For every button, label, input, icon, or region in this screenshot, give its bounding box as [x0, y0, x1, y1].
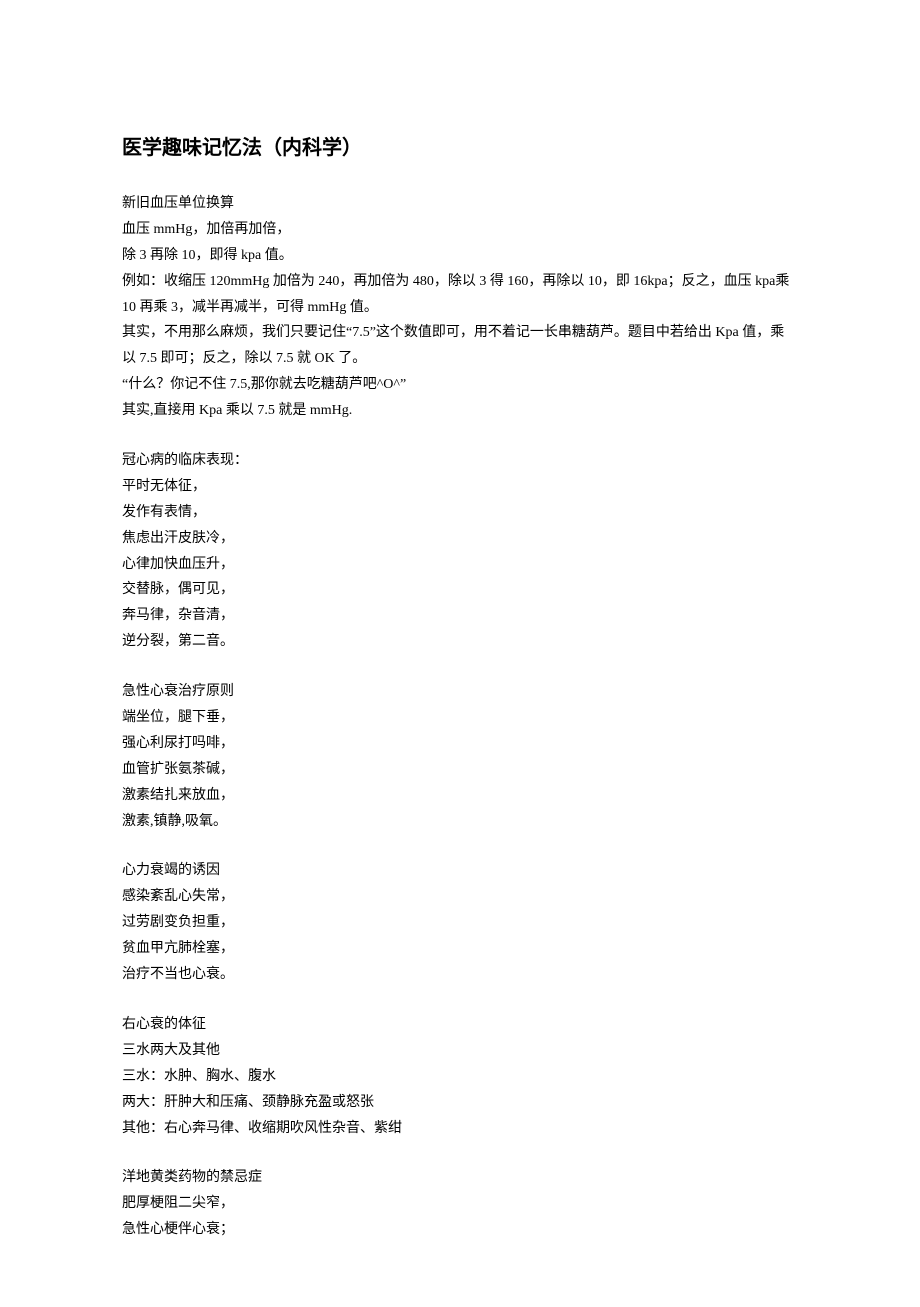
text-line: 血压 mmHg，加倍再加倍， — [122, 217, 798, 243]
text-line: 三水：水肿、胸水、腹水 — [122, 1064, 798, 1090]
text-line: 治疗不当也心衰。 — [122, 962, 798, 988]
section: 新旧血压单位换算血压 mmHg，加倍再加倍，除 3 再除 10，即得 kpa 值… — [122, 191, 798, 424]
text-line: 感染紊乱心失常， — [122, 884, 798, 910]
text-line: 三水两大及其他 — [122, 1038, 798, 1064]
text-line: 右心衰的体征 — [122, 1012, 798, 1038]
text-line: 平时无体征， — [122, 474, 798, 500]
section: 急性心衰治疗原则端坐位，腿下垂，强心利尿打吗啡，血管扩张氨茶碱，激素结扎来放血，… — [122, 679, 798, 834]
text-line: 其实,直接用 Kpa 乘以 7.5 就是 mmHg. — [122, 398, 798, 424]
text-line: 新旧血压单位换算 — [122, 191, 798, 217]
section: 右心衰的体征三水两大及其他三水：水肿、胸水、腹水两大：肝肿大和压痛、颈静脉充盈或… — [122, 1012, 798, 1141]
content-body: 新旧血压单位换算血压 mmHg，加倍再加倍，除 3 再除 10，即得 kpa 值… — [122, 191, 798, 1243]
text-line: 肥厚梗阻二尖窄， — [122, 1191, 798, 1217]
section: 心力衰竭的诱因感染紊乱心失常，过劳剧变负担重，贫血甲亢肺栓塞，治疗不当也心衰。 — [122, 858, 798, 987]
text-line: 发作有表情， — [122, 500, 798, 526]
text-line: 两大：肝肿大和压痛、颈静脉充盈或怒张 — [122, 1090, 798, 1116]
text-line: 其实，不用那么麻烦，我们只要记住“7.5”这个数值即可，用不着记一长串糖葫芦。题… — [122, 320, 798, 372]
text-line: 除 3 再除 10，即得 kpa 值。 — [122, 243, 798, 269]
page-title: 医学趣味记忆法（内科学） — [122, 130, 798, 167]
text-line: 焦虑出汗皮肤冷， — [122, 526, 798, 552]
text-line: 冠心病的临床表现： — [122, 448, 798, 474]
text-line: 贫血甲亢肺栓塞， — [122, 936, 798, 962]
text-line: 交替脉，偶可见， — [122, 577, 798, 603]
text-line: 强心利尿打吗啡， — [122, 731, 798, 757]
text-line: 激素,镇静,吸氧。 — [122, 809, 798, 835]
text-line: 逆分裂，第二音。 — [122, 629, 798, 655]
text-line: 过劳剧变负担重， — [122, 910, 798, 936]
text-line: “什么？你记不住 7.5,那你就去吃糖葫芦吧^O^” — [122, 372, 798, 398]
text-line: 心律加快血压升， — [122, 552, 798, 578]
section: 冠心病的临床表现：平时无体征，发作有表情，焦虑出汗皮肤冷，心律加快血压升，交替脉… — [122, 448, 798, 655]
text-line: 其他：右心奔马律、收缩期吹风性杂音、紫绀 — [122, 1116, 798, 1142]
text-line: 洋地黄类药物的禁忌症 — [122, 1165, 798, 1191]
text-line: 血管扩张氨茶碱， — [122, 757, 798, 783]
text-line: 端坐位，腿下垂， — [122, 705, 798, 731]
text-line: 心力衰竭的诱因 — [122, 858, 798, 884]
text-line: 急性心梗伴心衰； — [122, 1217, 798, 1243]
text-line: 激素结扎来放血， — [122, 783, 798, 809]
text-line: 奔马律，杂音清， — [122, 603, 798, 629]
section: 洋地黄类药物的禁忌症肥厚梗阻二尖窄，急性心梗伴心衰； — [122, 1165, 798, 1243]
text-line: 急性心衰治疗原则 — [122, 679, 798, 705]
text-line: 例如：收缩压 120mmHg 加倍为 240，再加倍为 480，除以 3 得 1… — [122, 269, 798, 321]
